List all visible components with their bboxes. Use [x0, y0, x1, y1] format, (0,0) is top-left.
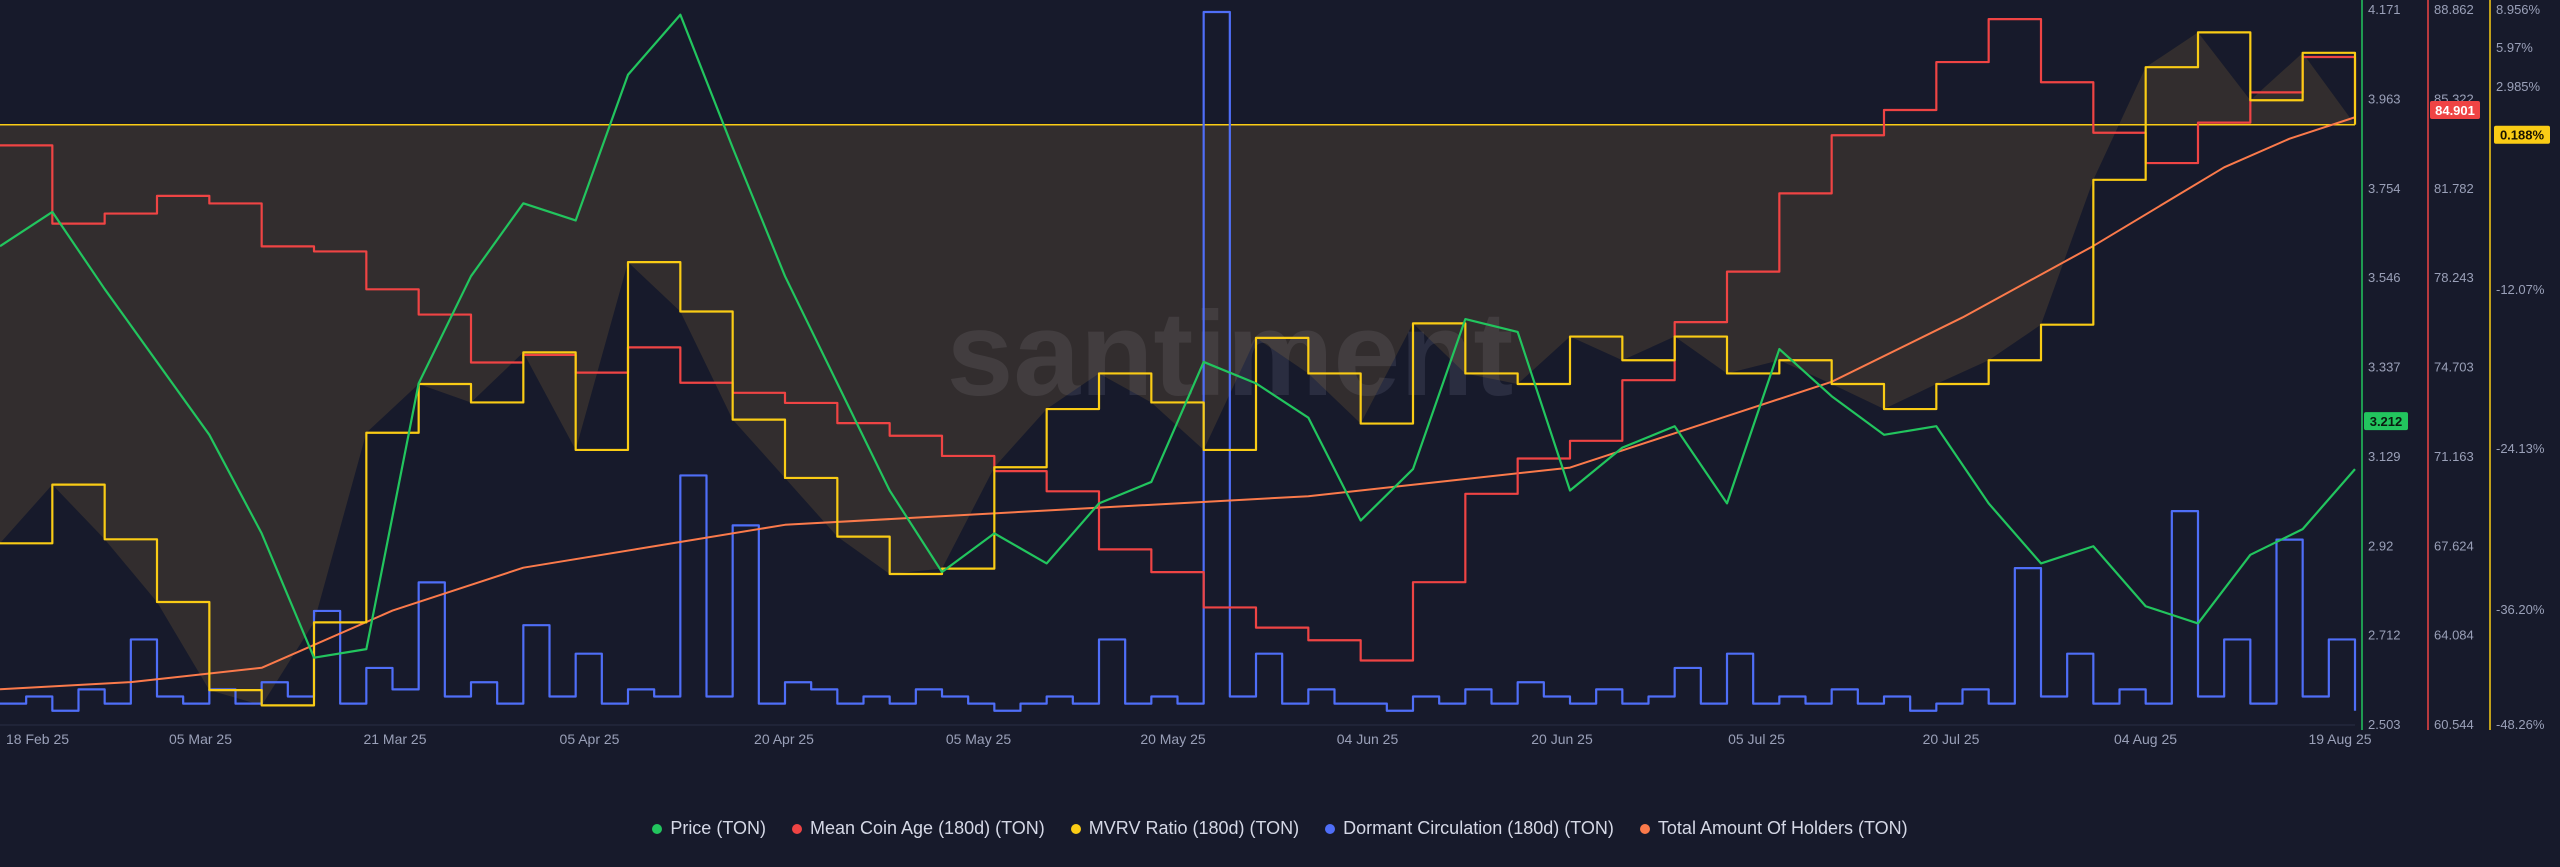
coin-age-current-badge: 84.901 — [2435, 103, 2475, 118]
legend-item[interactable]: Dormant Circulation (180d) (TON) — [1325, 818, 1614, 839]
legend-item[interactable]: Total Amount Of Holders (TON) — [1639, 818, 1908, 839]
coin-age-axis-tick: 81.782 — [2434, 181, 2474, 196]
coin-age-axis-tick: 67.624 — [2434, 538, 2474, 553]
legend-item[interactable]: Price (TON) — [652, 818, 766, 839]
mvrv-axis-tick: -12.07% — [2496, 282, 2545, 297]
coin-age-axis-tick: 64.084 — [2434, 628, 2474, 643]
x-tick-label: 05 Jul 25 — [1728, 731, 1785, 747]
legend-item[interactable]: MVRV Ratio (180d) (TON) — [1070, 818, 1300, 839]
mvrv-band — [0, 32, 2355, 706]
legend-swatch — [652, 823, 663, 834]
x-tick-label: 04 Aug 25 — [2114, 731, 2177, 747]
price-axis-tick: 3.963 — [2368, 91, 2401, 106]
legend-label: Dormant Circulation (180d) (TON) — [1343, 818, 1614, 838]
x-tick-label: 04 Jun 25 — [1337, 731, 1399, 747]
x-tick-label: 20 Jun 25 — [1531, 731, 1593, 747]
legend-label: Price (TON) — [670, 818, 766, 838]
price-axis-tick: 3.754 — [2368, 181, 2401, 196]
mvrv-axis-tick: 8.956% — [2496, 2, 2541, 17]
coin-age-axis-tick: 78.243 — [2434, 270, 2474, 285]
x-tick-label: 18 Feb 25 — [6, 731, 69, 747]
x-tick-label: 21 Mar 25 — [363, 731, 426, 747]
coin-age-axis-tick: 71.163 — [2434, 449, 2474, 464]
price-axis-tick: 3.337 — [2368, 360, 2401, 375]
x-tick-label: 05 Mar 25 — [169, 731, 232, 747]
legend-label: Total Amount Of Holders (TON) — [1657, 818, 1908, 838]
chart-container: santiment18 Feb 2505 Mar 2521 Mar 2505 A… — [0, 0, 2560, 867]
mvrv-axis-tick: -48.26% — [2496, 717, 2545, 732]
mvrv-axis-tick: -36.20% — [2496, 602, 2545, 617]
price-axis-tick: 4.171 — [2368, 2, 2401, 17]
x-tick-label: 20 May 25 — [1140, 731, 1206, 747]
x-tick-label: 19 Aug 25 — [2308, 731, 2371, 747]
mvrv-current-badge: 0.188% — [2500, 128, 2545, 143]
price-axis-tick: 3.546 — [2368, 270, 2401, 285]
legend-swatch — [791, 823, 802, 834]
x-tick-label: 20 Apr 25 — [754, 731, 814, 747]
legend-item[interactable]: Mean Coin Age (180d) (TON) — [791, 818, 1045, 839]
mvrv-axis-tick: -24.13% — [2496, 441, 2545, 456]
price-current-badge: 3.212 — [2370, 414, 2403, 429]
chart-svg: santiment18 Feb 2505 Mar 2521 Mar 2505 A… — [0, 0, 2550, 747]
coin-age-axis-tick: 88.862 — [2434, 2, 2474, 17]
legend-label: Mean Coin Age (180d) (TON) — [809, 818, 1045, 838]
price-axis-tick: 3.129 — [2368, 449, 2401, 464]
mvrv-axis-tick: 2.985% — [2496, 79, 2541, 94]
price-axis-tick: 2.712 — [2368, 628, 2401, 643]
legend-swatch — [1325, 823, 1336, 834]
x-tick-label: 05 Apr 25 — [560, 731, 620, 747]
x-tick-label: 20 Jul 25 — [1923, 731, 1980, 747]
coin-age-axis-tick: 60.544 — [2434, 717, 2474, 732]
legend-swatch — [1070, 823, 1081, 834]
legend-label: MVRV Ratio (180d) (TON) — [1088, 818, 1300, 838]
price-axis-tick: 2.503 — [2368, 717, 2401, 732]
price-axis-tick: 2.92 — [2368, 538, 2393, 553]
coin-age-axis-tick: 74.703 — [2434, 360, 2474, 375]
legend-swatch — [1639, 823, 1650, 834]
chart-legend: Price (TON) Mean Coin Age (180d) (TON) MVR… — [0, 818, 2560, 839]
mvrv-axis-tick: 5.97% — [2496, 40, 2533, 55]
x-tick-label: 05 May 25 — [946, 731, 1012, 747]
